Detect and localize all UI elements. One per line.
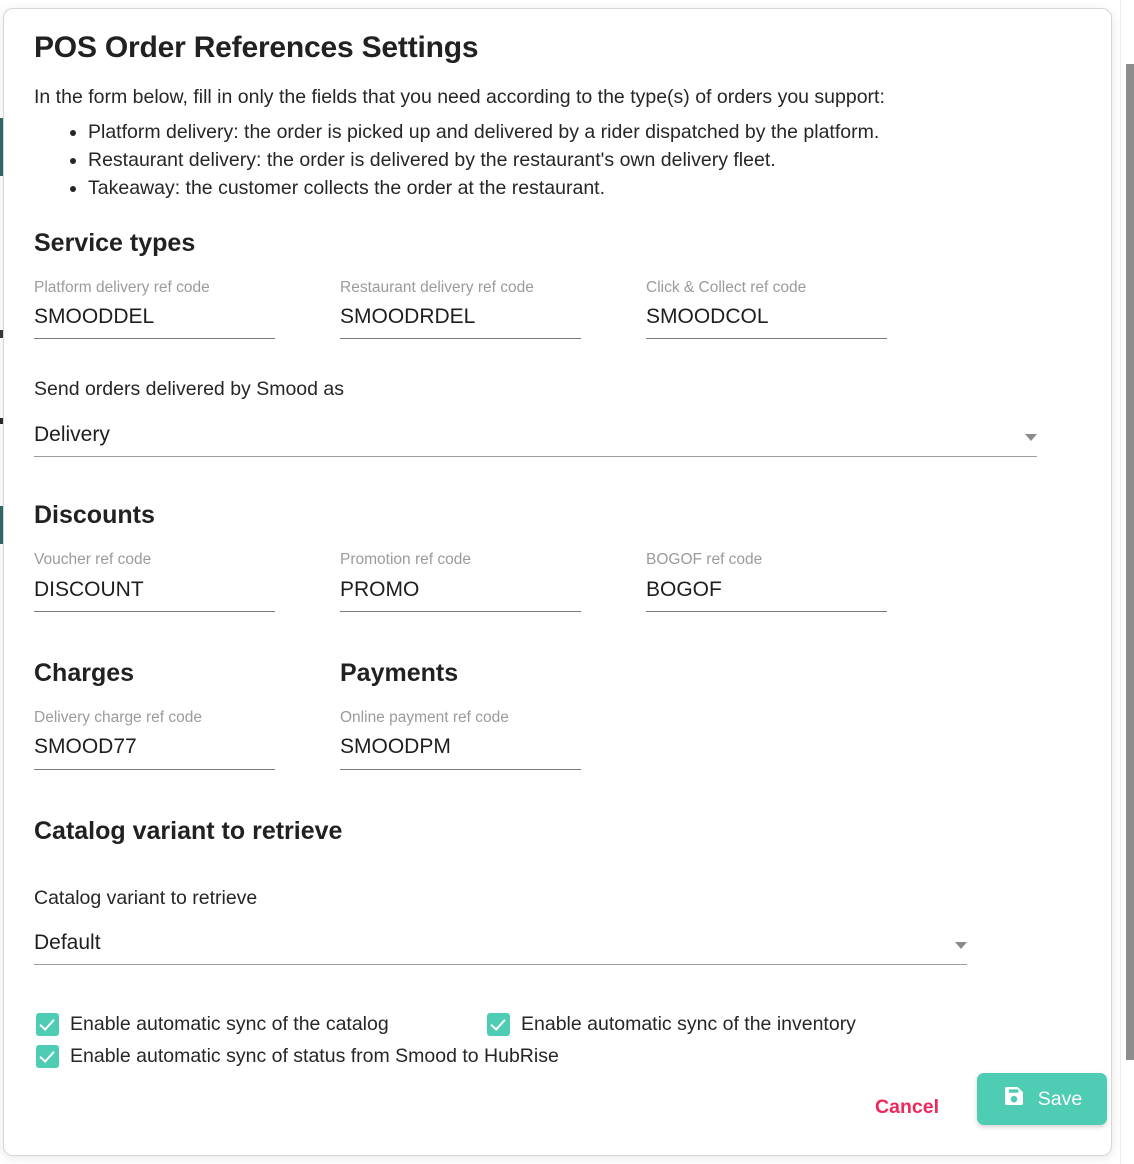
- bogof-ref-input[interactable]: BOGOF: [646, 577, 887, 612]
- section-title-charges: Charges: [34, 658, 135, 687]
- section-title-payments: Payments: [340, 658, 459, 687]
- field-delivery-charge-ref-code: Delivery charge ref code SMOOD77: [34, 709, 275, 770]
- send-orders-as-value: Delivery: [34, 422, 110, 446]
- section-title-discounts: Discounts: [34, 500, 155, 529]
- page-scrollbar[interactable]: [1120, 0, 1134, 1164]
- field-bogof-ref-code: BOGOF ref code BOGOF: [646, 551, 887, 612]
- delivery-charge-ref-input[interactable]: SMOOD77: [34, 734, 275, 770]
- field-label: BOGOF ref code: [646, 550, 763, 568]
- list-item: Platform delivery: the order is picked u…: [88, 118, 1069, 146]
- save-floppy-icon: [1002, 1084, 1026, 1114]
- field-voucher-ref-code: Voucher ref code DISCOUNT: [34, 551, 275, 612]
- pos-order-references-dialog: POS Order References Settings In the for…: [3, 8, 1112, 1156]
- scrollbar-thumb[interactable]: [1126, 64, 1134, 1060]
- field-click-collect-ref-code: Click & Collect ref code SMOODCOL: [646, 279, 887, 340]
- intro-paragraph: In the form below, fill in only the fiel…: [34, 85, 885, 108]
- restaurant-delivery-ref-input[interactable]: SMOODRDEL: [340, 304, 581, 340]
- checkbox-label: Enable automatic sync of the inventory: [521, 1013, 856, 1036]
- dialog-footer: Cancel Save: [4, 1063, 1111, 1155]
- section-title-payments-wrap: Payments: [340, 658, 581, 688]
- field-restaurant-delivery-ref-code: Restaurant delivery ref code SMOODRDEL: [340, 279, 581, 340]
- catalog-variant-value: Default: [34, 930, 101, 954]
- section-title-service-types: Service types: [34, 228, 196, 257]
- checkbox-checked-icon[interactable]: [487, 1013, 510, 1037]
- field-platform-delivery-ref-code: Platform delivery ref code SMOODDEL: [34, 279, 275, 340]
- click-collect-ref-input[interactable]: SMOODCOL: [646, 304, 887, 340]
- dialog-body: POS Order References Settings In the for…: [34, 31, 1069, 1085]
- checkbox-checked-icon[interactable]: [36, 1013, 59, 1037]
- cancel-button[interactable]: Cancel: [867, 1090, 947, 1125]
- service-types-field-row: Platform delivery ref code SMOODDEL Rest…: [34, 279, 1069, 340]
- field-promotion-ref-code: Promotion ref code PROMO: [340, 551, 581, 612]
- field-label: Platform delivery ref code: [34, 278, 210, 296]
- chevron-down-icon: [955, 942, 967, 950]
- discounts-field-row: Voucher ref code DISCOUNT Promotion ref …: [34, 551, 1069, 612]
- order-type-list: Platform delivery: the order is picked u…: [34, 118, 1069, 203]
- catalog-variant-group: Catalog variant to retrieve Default: [34, 887, 967, 966]
- save-button-label: Save: [1037, 1087, 1083, 1110]
- list-item: Takeaway: the customer collects the orde…: [88, 174, 1069, 202]
- chevron-down-icon: [1025, 433, 1037, 441]
- voucher-ref-input[interactable]: DISCOUNT: [34, 577, 275, 612]
- send-orders-as-label: Send orders delivered by Smood as: [34, 378, 345, 401]
- platform-delivery-ref-input[interactable]: SMOODDEL: [34, 304, 275, 340]
- charges-payments-field-row: Delivery charge ref code SMOOD77 Online …: [34, 709, 1069, 770]
- catalog-variant-label: Catalog variant to retrieve: [34, 886, 258, 909]
- field-online-payment-ref-code: Online payment ref code SMOODPM: [340, 709, 581, 770]
- charges-payments-heading-row: Charges Payments: [34, 658, 1069, 688]
- field-label: Restaurant delivery ref code: [340, 278, 534, 296]
- page-title: POS Order References Settings: [34, 31, 479, 64]
- field-label: Delivery charge ref code: [34, 708, 202, 726]
- section-title-catalog-variant: Catalog variant to retrieve: [34, 816, 343, 845]
- send-orders-as-group: Send orders delivered by Smood as Delive…: [34, 378, 1037, 457]
- section-title-charges-wrap: Charges: [34, 658, 275, 688]
- list-item: Restaurant delivery: the order is delive…: [88, 146, 1069, 174]
- field-label: Promotion ref code: [340, 550, 471, 568]
- catalog-variant-select[interactable]: Default: [34, 930, 967, 966]
- online-payment-ref-input[interactable]: SMOODPM: [340, 734, 581, 770]
- promotion-ref-input[interactable]: PROMO: [340, 577, 581, 612]
- save-button[interactable]: Save: [977, 1073, 1107, 1125]
- send-orders-as-select[interactable]: Delivery: [34, 422, 1037, 457]
- field-label: Online payment ref code: [340, 708, 509, 726]
- checkbox-sync-catalog[interactable]: Enable automatic sync of the catalog: [36, 1013, 389, 1037]
- checkbox-label: Enable automatic sync of the catalog: [70, 1013, 389, 1036]
- field-label: Click & Collect ref code: [646, 278, 807, 296]
- checkbox-sync-inventory[interactable]: Enable automatic sync of the inventory: [487, 1013, 856, 1037]
- field-label: Voucher ref code: [34, 550, 152, 568]
